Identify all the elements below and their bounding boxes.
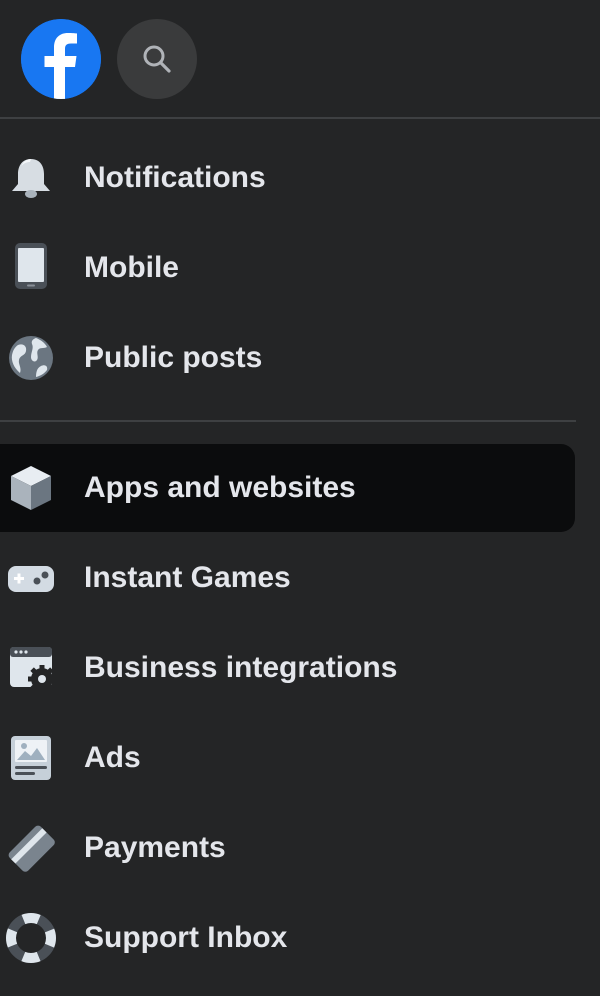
menu-item-label: Ads xyxy=(84,741,141,774)
menu-item-public-posts[interactable]: Public posts xyxy=(0,314,575,402)
globe-icon xyxy=(6,333,56,383)
browser-gear-icon xyxy=(6,643,56,693)
card-icon xyxy=(6,823,56,873)
lifebuoy-icon xyxy=(6,913,56,963)
section-divider xyxy=(0,420,576,422)
menu-item-label: Notifications xyxy=(84,161,266,194)
menu-item-label: Apps and websites xyxy=(84,471,356,504)
menu-item-mobile[interactable]: Mobile xyxy=(0,224,575,312)
header-divider xyxy=(0,117,600,119)
menu-item-notifications[interactable]: Notifications xyxy=(0,134,575,222)
menu-item-business-integrations[interactable]: Business integrations xyxy=(0,624,575,712)
menu-item-label: Instant Games xyxy=(84,561,291,594)
menu-item-label: Mobile xyxy=(84,251,179,284)
menu-item-support-inbox[interactable]: Support Inbox xyxy=(0,894,575,982)
menu-item-instant-games[interactable]: Instant Games xyxy=(0,534,575,622)
bell-icon xyxy=(6,153,56,203)
menu-item-label: Public posts xyxy=(84,341,263,374)
menu-item-label: Business integrations xyxy=(84,651,398,684)
cube-icon xyxy=(6,463,56,513)
search-button[interactable] xyxy=(117,19,197,99)
search-icon xyxy=(143,45,171,73)
ad-monitor-icon xyxy=(6,733,56,783)
sidebar-header xyxy=(0,0,600,118)
menu-item-payments[interactable]: Payments xyxy=(0,804,575,892)
menu-item-apps-and-websites[interactable]: Apps and websites xyxy=(0,444,575,532)
menu-item-label: Support Inbox xyxy=(84,921,288,954)
facebook-logo-icon[interactable] xyxy=(21,19,101,99)
settings-sidebar: Notifications Mobile Public posts Apps a… xyxy=(0,0,600,996)
menu-item-label: Payments xyxy=(84,831,226,864)
phone-icon xyxy=(6,243,56,293)
menu-item-ads[interactable]: Ads xyxy=(0,714,575,802)
gamepad-icon xyxy=(6,553,56,603)
